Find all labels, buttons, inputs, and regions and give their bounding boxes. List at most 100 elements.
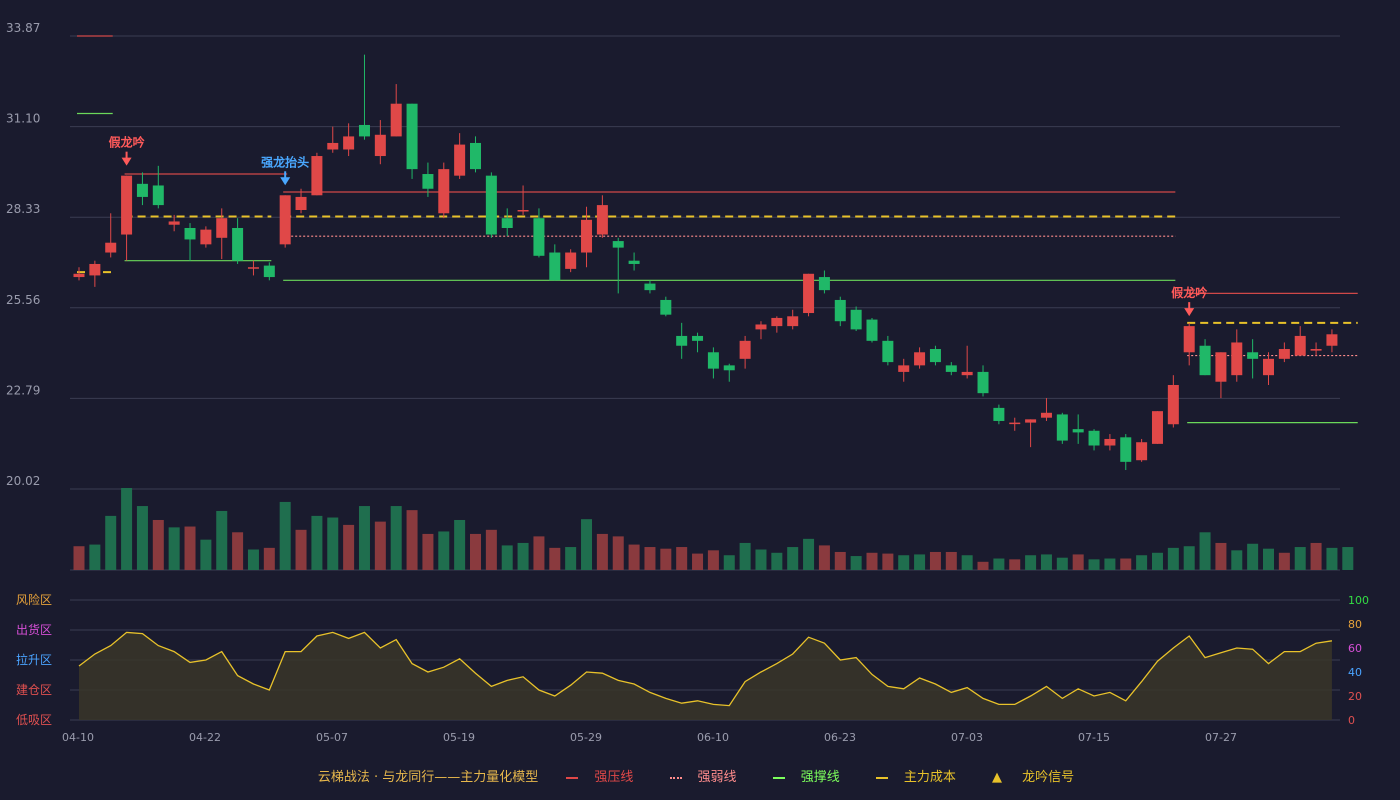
volume-bar (1278, 552, 1290, 570)
volume-bar (1056, 557, 1068, 570)
candle-body (898, 365, 910, 372)
candle-body (1231, 342, 1243, 376)
volume-bar (739, 542, 751, 570)
osc-tick-label: 60 (1348, 642, 1362, 655)
date-tick-label: 07-15 (1078, 731, 1110, 744)
cost-line-icon (875, 776, 888, 779)
volume-bar (1120, 558, 1132, 570)
legend-label: 强压线 (594, 770, 634, 785)
volume-bar (121, 488, 133, 570)
candle-body (707, 352, 719, 369)
date-tick-label: 05-19 (443, 731, 475, 744)
volume-bar (279, 501, 291, 570)
osc-tick-label: 0 (1348, 714, 1355, 727)
volume-bar (628, 544, 640, 570)
legend: 云梯战法 · 与龙同行——主力量化模型 强压线 强弱线 强撑线 主力成本 ▲ 龙… (0, 766, 1400, 785)
volume-bar (152, 519, 164, 570)
volume-bar (485, 529, 497, 570)
candle-body (723, 365, 735, 371)
osc-area (79, 632, 1332, 720)
legend-label: 龙吟信号 (1022, 770, 1075, 785)
legend-label: 主力成本 (903, 770, 956, 785)
candle-body (89, 263, 101, 276)
candles (73, 54, 1338, 471)
volume-bar (660, 548, 672, 570)
volume-bar (501, 545, 513, 570)
osc-zone-label: 建仓区 (16, 683, 52, 697)
candle-body (438, 169, 450, 214)
candle-body (295, 196, 307, 211)
legend-item-support[interactable]: 强撑线 (765, 770, 848, 785)
candle-body (279, 195, 291, 245)
volume-bar (73, 546, 85, 570)
volume-bar (89, 544, 101, 570)
candle-body (501, 218, 513, 228)
candle-body (850, 309, 862, 330)
volume-bar (929, 551, 941, 570)
candle-body (168, 221, 180, 225)
candle-body (1215, 352, 1227, 382)
candle-body (803, 273, 815, 314)
volume-bar (232, 532, 244, 570)
candle-body (1151, 411, 1163, 444)
volume-bar (1104, 558, 1116, 570)
candle-body (152, 185, 164, 206)
candle-body (612, 241, 624, 248)
date-tick-label: 06-10 (697, 731, 729, 744)
candle-body (1009, 422, 1021, 425)
pressure-line-icon (566, 776, 579, 779)
volume-bar (1231, 550, 1243, 570)
volume-bar (565, 547, 577, 570)
legend-item-cost[interactable]: 主力成本 (868, 770, 964, 785)
volume-bar (184, 526, 196, 570)
candle-body (327, 142, 339, 150)
price-tick-label: 25.56 (6, 293, 40, 307)
volume-bar (882, 553, 894, 570)
legend-item-weak[interactable]: 强弱线 (662, 770, 745, 785)
volume-bar (818, 545, 830, 570)
candle-body (929, 349, 941, 363)
date-axis: 04-10 04-22 05-07 05-19 05-29 06-10 06-23 07-03… (62, 731, 1237, 744)
candle-body (1088, 430, 1100, 446)
volume-bar (1072, 554, 1084, 570)
volume-bar (755, 549, 767, 570)
volume-bar (216, 510, 228, 570)
volume-bar (834, 551, 846, 570)
volume-bar (1215, 542, 1227, 570)
volume-bar (644, 547, 656, 570)
candle-body (628, 260, 640, 264)
date-tick-label: 04-22 (189, 731, 221, 744)
candle-body (914, 352, 926, 366)
candle-body (993, 407, 1005, 421)
volume-bar (1263, 548, 1274, 570)
volume-bar (263, 547, 275, 570)
candle-body (1247, 352, 1259, 359)
volume-bar (438, 531, 450, 570)
volume-bars (73, 488, 1354, 570)
volume-bar (1310, 542, 1322, 570)
osc-zone-label: 出货区 (16, 622, 52, 637)
candle-body (374, 134, 386, 157)
legend-item-pressure[interactable]: 强压线 (558, 770, 641, 785)
oscillator-panel: 风险区出货区拉升区建仓区低吸区 100 80 60 40 20 0 (16, 592, 1369, 727)
volume-bar (422, 533, 434, 570)
volume-bar (612, 536, 624, 570)
volume-bar (470, 533, 481, 570)
osc-tick-label: 20 (1348, 690, 1362, 703)
volume-bar (596, 533, 608, 570)
candle-body (739, 340, 751, 359)
volume-bar (1088, 559, 1100, 570)
volume-bar (200, 539, 212, 570)
volume-bar (343, 524, 355, 570)
date-tick-label: 05-07 (316, 731, 348, 744)
candle-body (232, 227, 244, 261)
volume-bar (993, 558, 1005, 570)
candle-body (485, 175, 497, 235)
legend-item-signal[interactable]: ▲ 龙吟信号 (984, 770, 1082, 785)
candle-body (422, 174, 434, 189)
date-tick-label: 06-23 (824, 731, 856, 744)
candle-body (136, 183, 148, 197)
volume-bar (454, 519, 466, 570)
volume-bar (803, 538, 815, 570)
candle-body (1167, 384, 1179, 425)
